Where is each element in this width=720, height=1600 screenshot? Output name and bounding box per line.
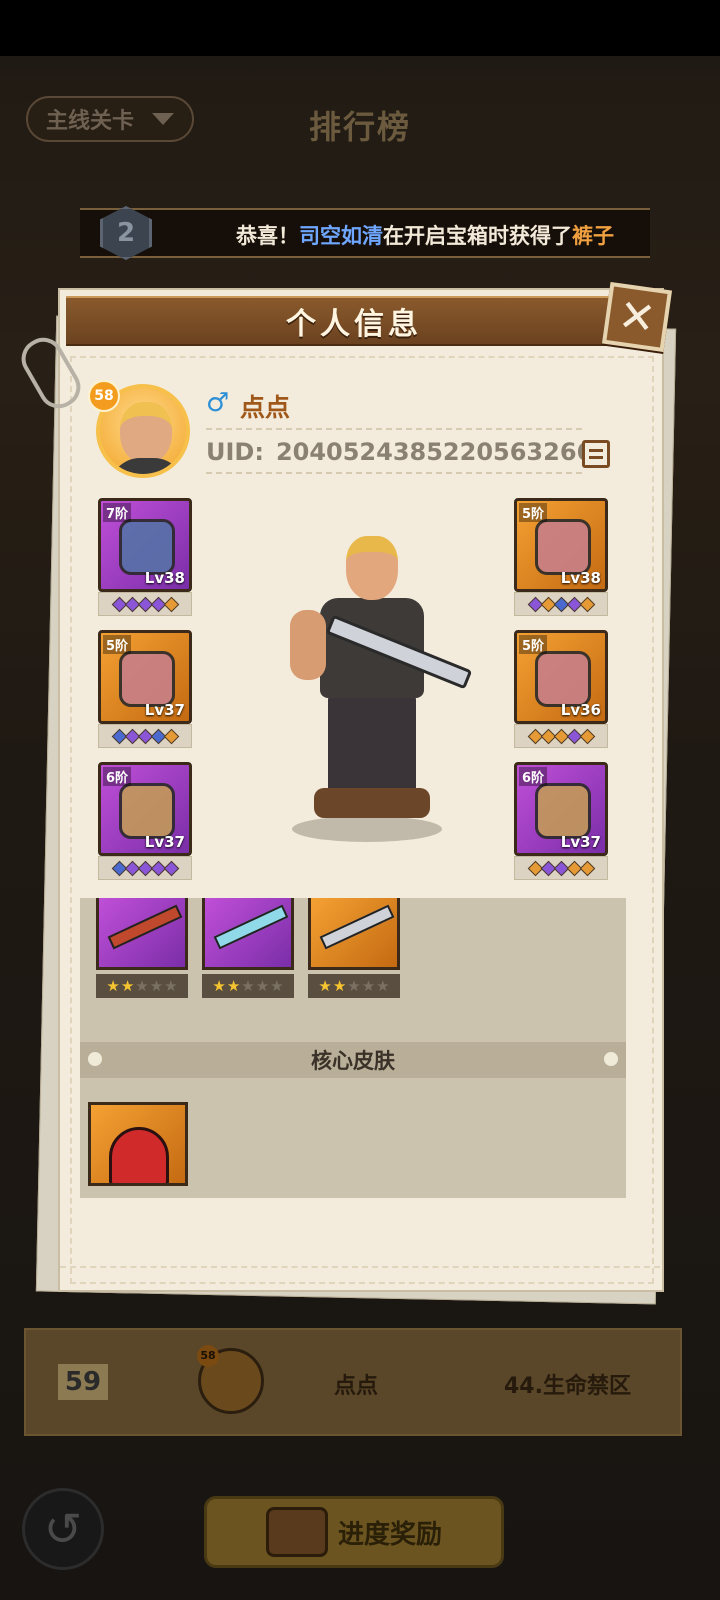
gem-icon (579, 860, 595, 876)
equip-tier: 5阶 (519, 635, 548, 654)
weapon-slot[interactable] (202, 898, 294, 970)
equip-level: Lv38 (560, 569, 601, 587)
uid-value: 2040524385220563266 (275, 438, 594, 466)
star-icon: ★ (106, 976, 120, 995)
marquee-prefix: 恭喜！ (236, 224, 299, 248)
status-bar (0, 0, 720, 56)
hero-character (272, 518, 473, 842)
gem-row (514, 592, 608, 616)
progress-reward-button[interactable]: 进度奖励 (204, 1496, 504, 1568)
equip-level: Lv37 (560, 833, 601, 851)
equip-tier: 7阶 (103, 503, 132, 522)
leaderboard-title: 排行榜 (308, 108, 411, 146)
gem-row (98, 856, 192, 880)
star-icon: ★ (332, 976, 347, 995)
pin-icon (88, 1052, 102, 1066)
equip-level: Lv36 (560, 701, 601, 719)
star-icon: ★ (212, 976, 226, 995)
equip-tier: 6阶 (103, 767, 132, 786)
uid-label: UID: (206, 438, 264, 466)
my-rank-avatar: 58 (197, 1345, 264, 1414)
equip-level: Lv37 (144, 833, 185, 851)
close-button[interactable]: ✕ (601, 281, 673, 353)
equip-tier: 5阶 (103, 635, 132, 654)
equip-slot-gloves[interactable]: 6阶 Lv37 (514, 762, 608, 856)
gem-icon (579, 728, 595, 744)
core-skin-item[interactable] (88, 1102, 188, 1186)
core-skin-title: 核心皮肤 (311, 1049, 395, 1073)
star-icon: ★ (255, 976, 270, 995)
equip-level: Lv38 (144, 569, 185, 587)
marquee-item: 裤子 (572, 224, 614, 248)
star-icon: ★ (347, 976, 361, 995)
gem-icon (163, 596, 179, 612)
equip-slot-armor[interactable]: 5阶 Lv37 (98, 630, 192, 724)
equip-tier: 6阶 (519, 767, 548, 786)
marquee-middle: 在开启宝箱时获得了 (383, 224, 572, 248)
weapon-stars: ★ ★ ★ ★ ★ (308, 974, 400, 998)
star-icon: ★ (241, 976, 255, 995)
progress-reward-label: 进度奖励 (337, 1519, 442, 1550)
star-icon: ★ (226, 976, 241, 995)
player-level-badge: 58 (88, 380, 120, 412)
gem-row (98, 592, 192, 616)
my-rank-stage: 44.生命禁区 (504, 1374, 631, 1399)
core-skin-header: 核心皮肤 (80, 1042, 626, 1078)
star-icon: ★ (318, 976, 332, 995)
weapon-stars: ★ ★ ★ ★ ★ (202, 974, 294, 998)
popup-title: 个人信息 (286, 307, 422, 342)
gem-icon (163, 860, 179, 876)
equip-slot-boots[interactable]: 6阶 Lv37 (98, 762, 192, 856)
star-icon: ★ (164, 976, 178, 995)
my-rank-name: 点点 (334, 1374, 379, 1399)
player-uid: UID: 2040524385220563266 (206, 438, 593, 466)
equip-slot-helmet[interactable]: 7阶 Lv38 (98, 498, 192, 592)
gem-row (514, 856, 608, 880)
marquee-player: 司空如清 (299, 224, 383, 248)
close-icon: ✕ (615, 289, 659, 345)
popup-header: 个人信息 (66, 296, 642, 346)
star-icon: ★ (376, 976, 390, 995)
star-icon: ★ (149, 976, 164, 995)
equip-slot-shoulder-pads[interactable]: 5阶 Lv38 (514, 498, 608, 592)
player-nickname: 点点 (240, 393, 291, 422)
equip-tier: 5阶 (519, 503, 548, 522)
gem-row (98, 724, 192, 748)
gem-icon (579, 596, 595, 612)
star-icon: ★ (270, 976, 284, 995)
star-icon: ★ (120, 976, 135, 995)
back-button[interactable]: ↺ (22, 1488, 104, 1570)
my-rank-number: 59 (58, 1364, 108, 1400)
chest-icon (265, 1507, 328, 1557)
gem-icon (163, 728, 179, 744)
weapon-stars: ★ ★ ★ ★ ★ (96, 974, 188, 998)
weapon-slot[interactable] (308, 898, 400, 970)
male-gender-icon: ♂ (206, 388, 230, 418)
equip-slot-pants[interactable]: 5阶 Lv36 (514, 630, 608, 724)
announcement-marquee: 恭喜！司空如清在开启宝箱时获得了裤子 (80, 208, 650, 258)
weapon-slot[interactable] (96, 898, 188, 970)
gem-row (514, 724, 608, 748)
star-icon: ★ (135, 976, 149, 995)
pin-icon (604, 1052, 618, 1066)
copy-uid-icon[interactable] (582, 440, 610, 468)
equip-level: Lv37 (144, 701, 185, 719)
star-icon: ★ (361, 976, 376, 995)
my-rank-avatar-level: 58 (197, 1345, 219, 1367)
undo-arrow-icon: ↺ (43, 1502, 83, 1556)
